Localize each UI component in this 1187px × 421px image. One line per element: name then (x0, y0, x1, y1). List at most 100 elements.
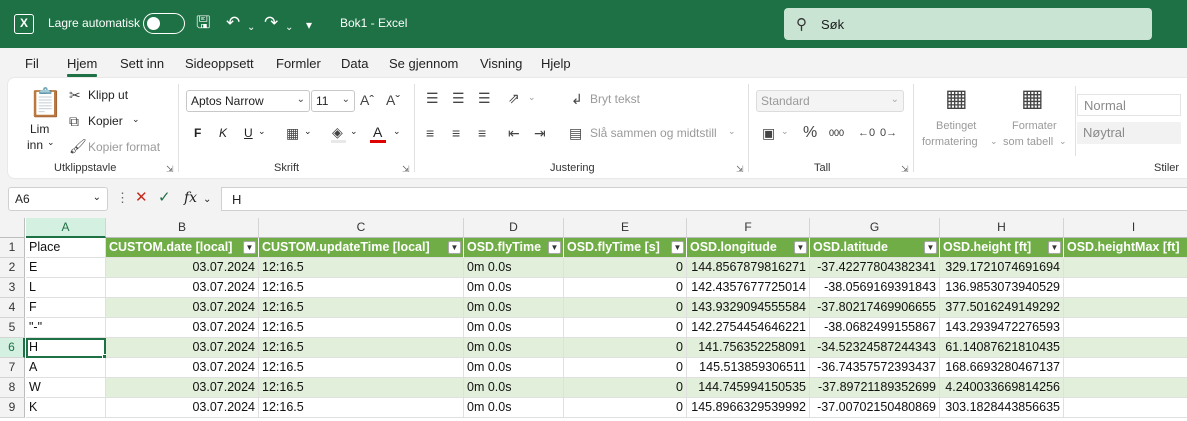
conditional-formatting-label[interactable]: Betinget (936, 120, 976, 132)
format-as-table-label-2[interactable]: som tabell (1003, 136, 1053, 148)
conditional-formatting-icon[interactable]: ▦ (945, 86, 968, 112)
cell-b6[interactable]: 03.07.2024 (106, 338, 259, 358)
format-table-dropdown-icon[interactable]: ⌄ (1059, 136, 1067, 147)
tab-file[interactable]: Fil (25, 56, 39, 71)
column-header-g[interactable]: G (810, 218, 940, 238)
cell-a2[interactable]: E (26, 258, 106, 278)
cell-e8[interactable]: 0 (564, 378, 687, 398)
cell-g8[interactable]: -37.89721189352699 (810, 378, 940, 398)
insert-function-icon[interactable]: fx (184, 190, 197, 206)
copy-button[interactable]: Kopier (88, 114, 123, 128)
table-header-c[interactable]: CUSTOM.updateTime [local] ▼ (259, 238, 464, 258)
filter-dropdown-icon[interactable]: ▼ (243, 241, 256, 254)
cancel-icon[interactable]: ✕ (135, 190, 148, 206)
cell-i5[interactable] (1064, 318, 1187, 338)
enter-icon[interactable]: ✓ (158, 190, 171, 206)
cell-a4[interactable]: F (26, 298, 106, 318)
more-options-icon[interactable]: ⋮ (116, 190, 129, 206)
table-header-e[interactable]: OSD.flyTime [s] ▼ (564, 238, 687, 258)
cell-b7[interactable]: 03.07.2024 (106, 358, 259, 378)
wrap-text-icon[interactable]: ↲ (571, 91, 583, 107)
paste-icon[interactable]: 📋 (28, 88, 63, 118)
cell-h8[interactable]: 4.240033669814256 (940, 378, 1064, 398)
conditional-formatting-label-2[interactable]: formatering (922, 136, 978, 148)
merge-dropdown-icon[interactable]: ⌄ (728, 126, 736, 137)
fill-color-icon[interactable]: ◈ (332, 124, 343, 140)
row-header-8[interactable]: 8 (0, 378, 25, 398)
cell-f9[interactable]: 145.8966329539992 (687, 398, 810, 418)
column-header-b[interactable]: B (106, 218, 259, 238)
cell-c8[interactable]: 12:16.5 (259, 378, 464, 398)
paste-dropdown-icon[interactable]: ⌄ (47, 137, 55, 148)
filter-dropdown-icon[interactable]: ▼ (794, 241, 807, 254)
merge-center-icon[interactable]: ▤ (569, 125, 582, 141)
cell-b4[interactable]: 03.07.2024 (106, 298, 259, 318)
tab-data[interactable]: Data (341, 56, 368, 71)
row-header-6[interactable]: 6 (0, 338, 25, 358)
column-header-e[interactable]: E (564, 218, 687, 238)
row-header-2[interactable]: 2 (0, 258, 25, 278)
tab-formulas[interactable]: Formler (276, 56, 321, 71)
table-header-f[interactable]: OSD.longitude ▼ (687, 238, 810, 258)
cell-d3[interactable]: 0m 0.0s (464, 278, 564, 298)
cell-i3[interactable] (1064, 278, 1187, 298)
cell-f8[interactable]: 144.745994150535 (687, 378, 810, 398)
cut-icon[interactable]: ✂ (69, 87, 81, 103)
style-normal[interactable]: Normal (1077, 94, 1181, 116)
cell-e3[interactable]: 0 (564, 278, 687, 298)
cell-g7[interactable]: -36.74357572393437 (810, 358, 940, 378)
row-header-1[interactable]: 1 (0, 238, 25, 258)
tab-help[interactable]: Hjelp (541, 56, 571, 71)
underline-button[interactable]: U (244, 126, 253, 140)
decrease-font-icon[interactable]: Aˇ (386, 92, 400, 108)
select-all-corner[interactable] (0, 218, 25, 238)
column-header-i[interactable]: I (1064, 218, 1187, 238)
alignment-launcher-icon[interactable]: ⇲ (736, 164, 744, 175)
filter-dropdown-icon[interactable]: ▼ (671, 241, 684, 254)
cell-e6[interactable]: 0 (564, 338, 687, 358)
column-header-d[interactable]: D (464, 218, 564, 238)
cell-d5[interactable]: 0m 0.0s (464, 318, 564, 338)
increase-indent-icon[interactable]: ⇥ (534, 125, 546, 141)
search-box[interactable]: ⚲ Søk (784, 8, 1152, 40)
borders-dropdown-icon[interactable]: ⌄ (304, 126, 312, 137)
font-name-select[interactable]: Aptos Narrow ⌄ (186, 90, 310, 112)
cell-b9[interactable]: 03.07.2024 (106, 398, 259, 418)
format-painter-icon[interactable]: 🖌 (69, 138, 87, 154)
cell-b2[interactable]: 03.07.2024 (106, 258, 259, 278)
cell-f3[interactable]: 142.4357677725014 (687, 278, 810, 298)
cell-h2[interactable]: 329.1721074691694 (940, 258, 1064, 278)
conditional-dropdown-icon[interactable]: ⌄ (990, 136, 998, 147)
increase-decimal-icon[interactable]: ←0 (858, 125, 875, 141)
row-header-5[interactable]: 5 (0, 318, 25, 338)
cell-i2[interactable] (1064, 258, 1187, 278)
redo-icon[interactable]: ↷ (264, 13, 278, 33)
decrease-indent-icon[interactable]: ⇤ (508, 125, 520, 141)
format-as-table-label[interactable]: Formater (1012, 120, 1057, 132)
cell-a9[interactable]: K (26, 398, 106, 418)
align-left-icon[interactable]: ≡ (426, 125, 434, 141)
table-header-d[interactable]: OSD.flyTime ▼ (464, 238, 564, 258)
percent-icon[interactable]: % (803, 125, 817, 141)
cell-h5[interactable]: 143.2939472276593 (940, 318, 1064, 338)
table-header-h[interactable]: OSD.height [ft] ▼ (940, 238, 1064, 258)
cell-i4[interactable] (1064, 298, 1187, 318)
cell-a5[interactable]: "-" (26, 318, 106, 338)
column-header-h[interactable]: H (940, 218, 1064, 238)
row-header-4[interactable]: 4 (0, 298, 25, 318)
cell-h4[interactable]: 377.5016249149292 (940, 298, 1064, 318)
cell-e9[interactable]: 0 (564, 398, 687, 418)
cell-d2[interactable]: 0m 0.0s (464, 258, 564, 278)
wrap-text-button[interactable]: Bryt tekst (590, 92, 640, 106)
cell-a8[interactable]: W (26, 378, 106, 398)
cell-e2[interactable]: 0 (564, 258, 687, 278)
clipboard-launcher-icon[interactable]: ⇲ (166, 164, 174, 175)
align-bottom-icon[interactable]: ☰ (478, 90, 491, 106)
cell-c6[interactable]: 12:16.5 (259, 338, 464, 358)
decrease-decimal-icon[interactable]: 0→ (880, 125, 897, 141)
cell-g3[interactable]: -38.0569169391843 (810, 278, 940, 298)
row-header-9[interactable]: 9 (0, 398, 25, 418)
cell-h6[interactable]: 61.14087621810435 (940, 338, 1064, 358)
cell-b5[interactable]: 03.07.2024 (106, 318, 259, 338)
filter-dropdown-icon[interactable]: ▼ (548, 241, 561, 254)
